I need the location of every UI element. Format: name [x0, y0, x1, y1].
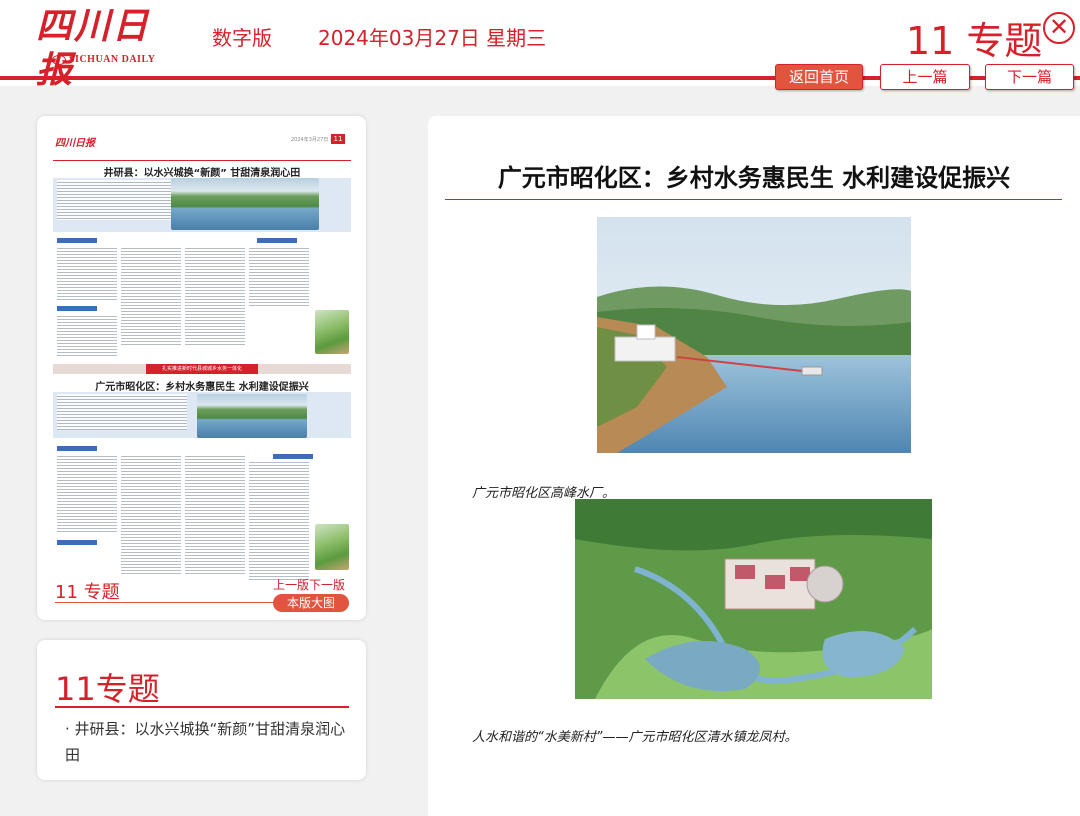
previous-article-button[interactable]: 上一篇 [880, 64, 970, 90]
thumbnail-section-tag [57, 306, 97, 311]
page-full-image-button[interactable]: 本版大图 [273, 594, 349, 612]
page-articles-card: 11专题 · 井研县：以水兴城换“新颜”甘甜清泉润心田 [37, 640, 366, 780]
thumbnail-headline-1[interactable]: 井研县：以水兴城换“新颜” 甘甜清泉润心田 [53, 164, 351, 179]
article-title: 广元市昭化区：乡村水务惠民生 水利建设促振兴 [497, 164, 1011, 192]
logo-english: SICHUAN DAILY [52, 54, 155, 65]
thumbnail-text-block [57, 454, 117, 534]
article-title-divider [445, 199, 1062, 200]
thumbnail-text-block [185, 454, 245, 574]
photo-caption-2: 人水和谐的“水美新村”——广元市昭化区清水镇龙凤村。 [472, 730, 798, 745]
thumbnail-text-block [185, 246, 245, 346]
thumbnail-masthead: 四川日报 2024年3月27日 星期三 11 [53, 130, 351, 161]
thumbnail-text-block [249, 246, 309, 306]
photo-longfeng-village[interactable] [575, 499, 932, 699]
article-link-jingyan[interactable]: · 井研县：以水兴城换“新颜”甘甜清泉润心田 [65, 716, 351, 768]
thumbnail-section-tag [57, 238, 97, 243]
thumbnail-text-block [249, 460, 309, 580]
thumbnail-section-tag [257, 238, 297, 243]
thumbnail-photo-water-plant [197, 394, 307, 438]
logo-emblem-icon [52, 54, 66, 65]
edition-label: 数字版 [212, 26, 272, 50]
page-articles-divider [55, 706, 349, 708]
page-title: 11 专题 [906, 19, 1043, 63]
issue-date: 2024年03月27日 星期三 [318, 26, 547, 50]
photo-gaofeng-water-plant[interactable] [597, 217, 911, 453]
header: 四川日报 SICHUAN DAILY 数字版 2024年03月27日 星期三 1… [0, 0, 1080, 91]
thumbnail-section-tag [57, 446, 97, 451]
next-page-link[interactable]: 下一版 [309, 576, 345, 593]
next-article-button[interactable]: 下一篇 [985, 64, 1074, 90]
previous-page-link[interactable]: 上一版 [273, 576, 309, 593]
article-panel: 广元市昭化区：乡村水务惠民生 水利建设促振兴 广元市昭化区高峰水厂。 人水和谐的… [428, 116, 1080, 816]
thumbnail-text-block [57, 180, 187, 220]
page-articles-title: 11专题 [55, 670, 160, 708]
thumbnail-section-tag [57, 540, 97, 545]
thumbnail-text-block [57, 246, 117, 300]
thumbnail-page-label: 11 专题 [55, 582, 120, 603]
logo-english-text: SICHUAN DAILY [69, 54, 156, 65]
thumbnail-text-block [121, 246, 181, 346]
thumbnail-logo: 四川日报 [55, 138, 95, 149]
thumbnail-section-tag [273, 454, 313, 459]
thumbnail-photo-village [315, 524, 349, 570]
thumbnail-banner: 扎实推进新时代县城城乡水务一体化 [53, 364, 351, 374]
page-thumbnail-card: 四川日报 2024年3月27日 星期三 11 井研县：以水兴城换“新颜” 甘甜清… [37, 116, 366, 620]
back-home-button[interactable]: 返回首页 [775, 64, 863, 90]
thumbnail-text-block [57, 394, 187, 430]
thumbnail-photo-lake [171, 178, 319, 230]
thumbnail-banner-text: 扎实推进新时代县城城乡水务一体化 [146, 364, 258, 374]
thumbnail-headline-2[interactable]: 广元市昭化区：乡村水务惠民生 水利建设促振兴 [53, 378, 351, 393]
thumbnail-text-block [121, 454, 181, 574]
close-icon[interactable]: ✕ [1043, 12, 1075, 44]
thumbnail-page-number: 11 [331, 134, 345, 144]
thumbnail-photo-hill [315, 310, 349, 354]
thumbnail-text-block [57, 314, 117, 358]
